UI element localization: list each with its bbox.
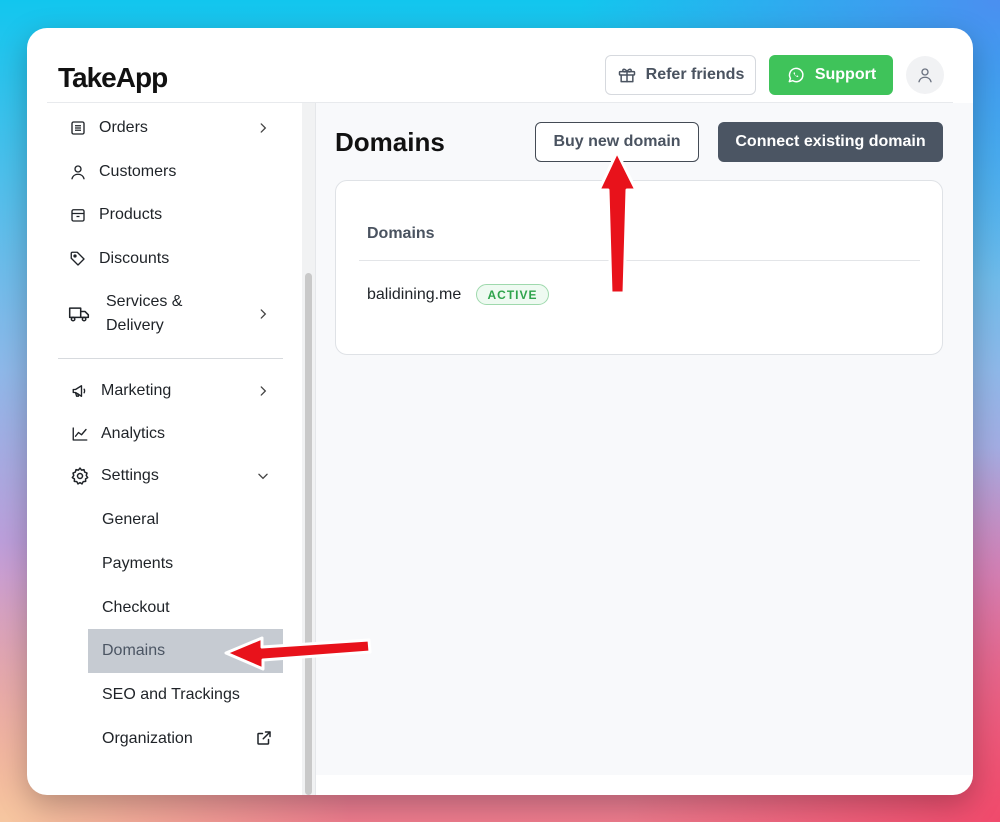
user-icon: [918, 68, 932, 83]
settings-sub-checkout[interactable]: Checkout: [88, 587, 283, 629]
settings-sub-general[interactable]: General: [88, 499, 283, 541]
sidebar-divider: [58, 358, 283, 359]
chevron-right-icon: [253, 304, 273, 324]
connect-existing-domain-button[interactable]: Connect existing domain: [718, 122, 943, 162]
line-chart-icon: [68, 422, 92, 446]
table-header-divider: [359, 260, 920, 261]
sidebar-item-label: Settings: [101, 467, 159, 484]
refer-friends-label: Refer friends: [645, 66, 745, 83]
chevron-right-icon: [253, 381, 273, 401]
sidebar-item-products[interactable]: Products: [58, 197, 283, 233]
settings-sub-label: Organization: [102, 730, 193, 747]
sidebar-item-label: Discounts: [99, 250, 170, 267]
refer-friends-button[interactable]: Refer friends: [605, 55, 756, 95]
sidebar-item-label: Customers: [99, 163, 177, 180]
settings-sub-seo-trackings[interactable]: SEO and Trackings: [88, 674, 283, 716]
sidebar-item-label: Orders: [99, 119, 148, 136]
settings-sub-label: Checkout: [102, 599, 170, 616]
sidebar-item-discounts[interactable]: Discounts: [58, 241, 283, 277]
sidebar-item-label: Products: [99, 206, 163, 223]
sidebar-item-label: Analytics: [101, 425, 166, 442]
page-title: Domains: [335, 127, 445, 157]
sidebar-item-marketing[interactable]: Marketing: [58, 373, 283, 409]
sidebar-scrollbar-thumb[interactable]: [305, 273, 312, 795]
truck-icon: [67, 302, 91, 326]
user-avatar-button[interactable]: [906, 56, 944, 94]
support-button[interactable]: Support: [769, 55, 893, 95]
user-icon: [66, 160, 90, 184]
external-link-icon: [255, 729, 273, 752]
gear-icon: [68, 464, 92, 488]
box-icon: [66, 203, 90, 227]
sidebar-item-label-line2: Delivery: [106, 317, 164, 334]
support-label: Support: [814, 66, 877, 83]
top-bar: TakeApp Refer friends Support: [27, 28, 973, 103]
gift-icon: [618, 68, 635, 83]
sidebar-item-label-line1: Services &: [106, 293, 183, 310]
settings-sub-label: General: [102, 511, 159, 528]
orders-list-icon: [66, 116, 90, 140]
settings-sub-payments[interactable]: Payments: [88, 543, 283, 585]
megaphone-icon: [68, 379, 92, 403]
connect-existing-domain-label: Connect existing domain: [735, 133, 926, 150]
settings-sub-label: SEO and Trackings: [102, 686, 240, 703]
settings-sub-label: Domains: [102, 642, 166, 659]
table-column-header: Domains: [367, 225, 435, 242]
settings-sub-organization[interactable]: Organization: [88, 718, 283, 760]
whatsapp-icon: [788, 67, 804, 83]
tag-icon: [66, 247, 90, 271]
sidebar-item-analytics[interactable]: Analytics: [58, 416, 283, 452]
sidebar-item-orders[interactable]: Orders: [58, 110, 283, 146]
chevron-down-icon: [253, 466, 273, 486]
app-window: TakeApp Refer friends Support Orders Cus…: [27, 28, 973, 795]
domains-table-card: Domains balidining.me ACTIVE: [335, 180, 943, 355]
buy-new-domain-button[interactable]: Buy new domain: [535, 122, 699, 162]
settings-sub-label: Payments: [102, 555, 174, 572]
buy-new-domain-label: Buy new domain: [553, 133, 681, 150]
sidebar: Orders Customers Products Discounts Serv…: [27, 103, 315, 795]
domain-name[interactable]: balidining.me: [367, 286, 461, 304]
chevron-right-icon: [253, 118, 273, 138]
sidebar-item-label: Marketing: [101, 382, 172, 399]
sidebar-item-customers[interactable]: Customers: [58, 154, 283, 190]
sidebar-item-services-delivery[interactable]: Services & Delivery: [58, 289, 283, 339]
sidebar-item-settings[interactable]: Settings: [58, 458, 283, 494]
main-content: Domains Buy new domain Connect existing …: [316, 103, 973, 775]
app-logo[interactable]: TakeApp: [58, 62, 168, 94]
status-badge: ACTIVE: [476, 284, 549, 305]
settings-sub-domains[interactable]: Domains: [88, 629, 283, 673]
